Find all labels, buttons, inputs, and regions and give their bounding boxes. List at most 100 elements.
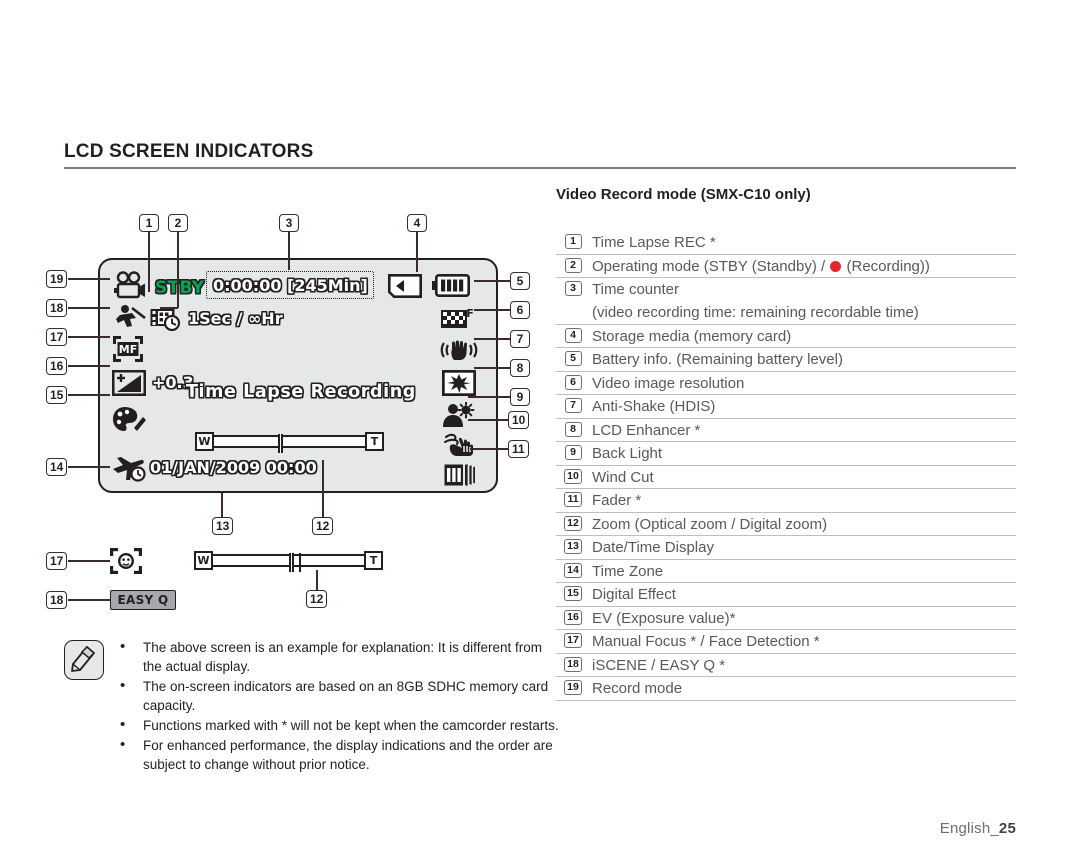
callout-18-extra: 18 <box>46 591 68 609</box>
leader-9 <box>468 396 512 398</box>
note-item-2: The on-screen indicators are based on an… <box>110 676 564 715</box>
legend-number-11: 11 <box>556 490 590 507</box>
zoom-tele-label-extra: T <box>364 551 383 570</box>
callout-4: 4 <box>407 214 427 232</box>
zoom-track-extra[interactable] <box>213 553 364 572</box>
legend-row-2: 2 Operating mode (STBY (Standby) / (Reco… <box>556 255 1016 278</box>
legend-number-8: 8 <box>556 420 590 437</box>
callout-2: 2 <box>168 214 188 232</box>
legend-row-8: 8 LCD Enhancer * <box>556 419 1016 442</box>
legend-row-10: 10 Wind Cut <box>556 466 1016 489</box>
leader-13 <box>221 493 223 517</box>
manual-focus-label: MF <box>119 343 137 356</box>
legend-label-18: iSCENE / EASY Q * <box>592 656 726 674</box>
legend-number-12: 12 <box>556 514 590 531</box>
zoom-knob-extra-digital[interactable] <box>299 553 301 572</box>
zoom-wide-label-extra: W <box>194 551 213 570</box>
legend-label-3: Time counter <box>592 281 679 298</box>
record-mode-icon <box>110 270 146 307</box>
leader-12 <box>322 460 324 517</box>
callout-18-left: 18 <box>46 299 68 317</box>
center-message: Time Lapse Recording <box>186 382 416 402</box>
zoom-bar-extra[interactable]: W T <box>194 551 383 572</box>
legend-label-11: Fader * <box>592 492 642 509</box>
leader-10 <box>468 419 510 421</box>
callout-7: 7 <box>510 330 530 348</box>
legend-label-9: Back Light <box>592 445 663 462</box>
ev-icon <box>111 369 147 401</box>
callout-10: 10 <box>508 411 530 429</box>
lcd-screen: MF +0.3 STBY 0:00:00 [245Min] 1Sec / ∞Hr… <box>98 258 498 493</box>
legend-label-2-post: (Recording)) <box>842 257 930 275</box>
video-resolution-icon: F <box>440 306 476 337</box>
leader-6 <box>474 309 512 311</box>
legend-label-8: LCD Enhancer * <box>592 421 701 439</box>
leader-7 <box>474 338 512 340</box>
callout-17-extra: 17 <box>46 552 68 570</box>
note-icon <box>64 640 104 680</box>
callout-15: 15 <box>46 386 68 404</box>
legend-row-13: 13 Date/Time Display <box>556 536 1016 560</box>
legend-number-15: 15 <box>556 584 590 601</box>
legend-label-4: Storage media (memory card) <box>592 327 792 345</box>
note-item-3: Functions marked with * will not be kept… <box>110 715 564 735</box>
callout-8: 8 <box>510 359 530 377</box>
leader-1 <box>148 232 150 292</box>
legend-number-14: 14 <box>556 561 590 578</box>
heading-rule <box>64 167 1016 169</box>
footer-language: English_ <box>939 820 999 837</box>
legend-label-13: Date/Time Display <box>592 539 714 556</box>
legend-label-10: Wind Cut <box>592 468 654 486</box>
callout-11: 11 <box>508 440 529 458</box>
zoom-bar[interactable]: W T <box>195 432 384 453</box>
manual-focus-icon: MF <box>113 336 143 367</box>
legend-number-13: 13 <box>556 537 590 554</box>
legend-row-6: 6 Video image resolution <box>556 372 1016 395</box>
lcd-screen-diagram: MF +0.3 STBY 0:00:00 [245Min] 1Sec / ∞Hr… <box>98 258 498 493</box>
zoom-knob-extra[interactable] <box>289 553 294 572</box>
leader-2b <box>160 307 178 309</box>
callout-6: 6 <box>510 301 530 319</box>
legend-label-12: Zoom (Optical zoom / Digital zoom) <box>592 515 828 533</box>
section-heading: LCD SCREEN INDICATORS <box>64 140 1016 169</box>
legend-row-19: 19 Record mode <box>556 677 1016 701</box>
legend-label-17: Manual Focus * / Face Detection * <box>592 633 820 650</box>
zoom-wide-label: W <box>195 432 214 451</box>
callout-16: 16 <box>46 357 68 375</box>
easy-q-badge: EASY Q <box>110 590 176 610</box>
storage-media-icon <box>388 274 422 303</box>
legend-number-10: 10 <box>556 467 590 484</box>
callout-1: 1 <box>139 214 159 232</box>
datetime-display: 01/JAN/2009 00:00 <box>150 458 317 477</box>
legend-subheading: Video Record mode (SMX-C10 only) <box>556 186 811 203</box>
legend-label-16: EV (Exposure value)* <box>592 609 736 627</box>
legend-number-3: 3 <box>556 279 590 296</box>
zoom-knob[interactable] <box>278 434 283 453</box>
legend-label-6: Video image resolution <box>592 374 745 392</box>
legend-sublabel-3: (video recording time: remaining recorda… <box>556 302 1016 325</box>
callout-9: 9 <box>510 388 530 406</box>
legend-number-2: 2 <box>556 256 590 273</box>
legend-number-16: 16 <box>556 608 590 625</box>
time-lapse-interval: 1Sec / ∞Hr <box>188 309 283 328</box>
fader-icon <box>443 463 477 492</box>
legend-label-7: Anti-Shake (HDIS) <box>592 398 716 415</box>
anti-shake-icon <box>440 338 478 367</box>
digital-effect-icon <box>112 406 146 439</box>
leader-16 <box>68 365 110 367</box>
legend-row-5: 5 Battery info. (Remaining battery level… <box>556 348 1016 372</box>
zoom-track[interactable] <box>214 434 365 453</box>
legend-row-1: 1 Time Lapse REC * <box>556 231 1016 255</box>
callout-5: 5 <box>510 272 530 290</box>
leader-17-extra <box>68 560 110 562</box>
legend-label-14: Time Zone <box>592 562 664 580</box>
legend-number-7: 7 <box>556 396 590 413</box>
legend-number-5: 5 <box>556 349 590 366</box>
recording-dot-icon <box>830 260 842 272</box>
iscene-icon <box>112 304 146 335</box>
legend-label-1: Time Lapse REC * <box>592 234 716 251</box>
legend-row-9: 9 Back Light <box>556 442 1016 466</box>
legend-row-14: 14 Time Zone <box>556 560 1016 583</box>
footer-page-number: 25 <box>998 820 1016 837</box>
callout-13: 13 <box>212 517 234 535</box>
